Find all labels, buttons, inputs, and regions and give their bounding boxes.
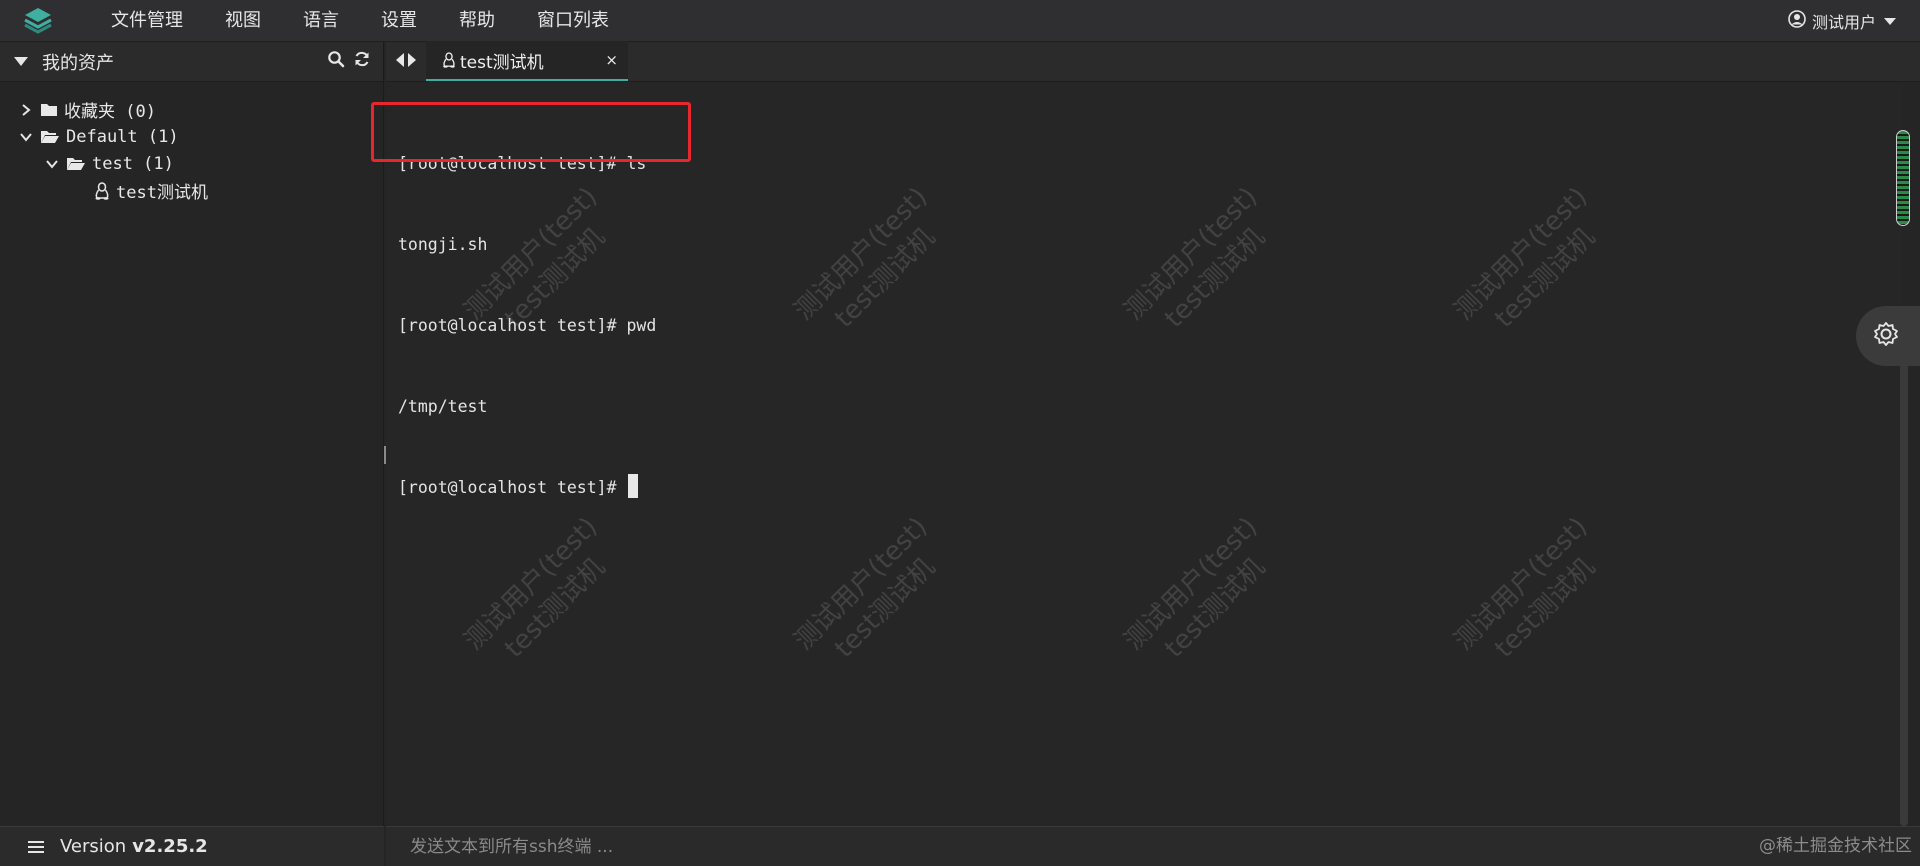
tab-scroll-left-icon[interactable] — [396, 52, 404, 71]
terminal-prompt: [root@localhost test]# — [398, 478, 627, 497]
folder-open-icon — [66, 156, 86, 171]
search-icon[interactable] — [327, 50, 345, 73]
user-avatar-icon — [1788, 10, 1806, 32]
asset-sidebar: 我的资产 收藏夹 (0) Default (1) test (1) test测试… — [0, 42, 384, 866]
watermark: 测试用户(test) test测试机 — [788, 181, 941, 334]
terminal-line: tongji.sh — [398, 235, 488, 254]
tree-item-label: Default (1) — [66, 126, 179, 147]
menu-help[interactable]: 帮助 — [438, 0, 516, 42]
chevron-down-icon — [1884, 17, 1896, 25]
watermark: 测试用户(test) test测试机 — [788, 511, 941, 664]
terminal-cursor — [628, 474, 639, 498]
linux-icon — [442, 52, 456, 68]
terminal-prompt-line: [root@localhost test]# — [398, 474, 656, 501]
tree-item-test-group[interactable]: test (1) — [0, 150, 383, 177]
close-icon[interactable]: × — [605, 51, 618, 69]
tree-item-label: test (1) — [92, 153, 174, 174]
gear-icon — [1872, 320, 1900, 352]
menubar: 文件管理 视图 语言 设置 帮助 窗口列表 测试用户 — [0, 0, 1920, 42]
folder-icon — [40, 102, 58, 117]
menu-window-list[interactable]: 窗口列表 — [516, 0, 630, 42]
tree-item-label: 收藏夹 (0) — [64, 102, 156, 122]
chevron-down-icon[interactable] — [16, 132, 36, 142]
menu-settings[interactable]: 设置 — [360, 0, 438, 42]
user-menu[interactable]: 测试用户 — [1788, 0, 1896, 42]
tree-item-default[interactable]: Default (1) — [0, 123, 383, 150]
tab-scroll-controls — [386, 41, 426, 81]
menu-file-manage[interactable]: 文件管理 — [90, 0, 204, 42]
version-label: Version — [60, 836, 127, 857]
watermark: 测试用户(test) test测试机 — [1448, 181, 1601, 334]
user-name: 测试用户 — [1811, 13, 1876, 32]
source-credit: @稀土掘金技术社区 — [1759, 836, 1912, 856]
terminal-lines: [root@localhost test]# ls tongji.sh [roo… — [398, 96, 656, 555]
collapse-toggle-icon[interactable] — [14, 57, 28, 66]
settings-float-button[interactable] — [1856, 306, 1920, 366]
tab-scroll-right-icon[interactable] — [408, 52, 416, 71]
refresh-icon[interactable] — [353, 50, 371, 73]
version-bar: Version v2.25.2 — [0, 826, 384, 866]
tab-test-host[interactable]: test测试机 × — [426, 41, 628, 81]
tree-item-favorites[interactable]: 收藏夹 (0) — [0, 96, 383, 123]
terminal-output[interactable]: 测试用户(test) test测试机 测试用户(test) test测试机 测试用户… — [386, 82, 1902, 824]
version-number: v2.25.2 — [132, 836, 208, 857]
watermark: 测试用户(test) test测试机 — [1118, 511, 1271, 664]
broadcast-bar: @稀土掘金技术社区 — [386, 826, 1920, 866]
terminal-line: /tmp/test — [398, 397, 488, 416]
chevron-right-icon[interactable] — [16, 103, 36, 116]
linux-icon — [94, 181, 110, 200]
app-logo-icon[interactable] — [20, 3, 56, 39]
watermark: 测试用户(test) test测试机 — [1448, 511, 1601, 664]
scrollbar-thumb[interactable] — [1896, 130, 1910, 226]
menu-view[interactable]: 视图 — [204, 0, 282, 42]
watermark: 测试用户(test) test测试机 — [1118, 181, 1271, 334]
broadcast-input[interactable] — [408, 835, 1308, 858]
asset-tree: 收藏夹 (0) Default (1) test (1) test测试机 — [0, 82, 383, 204]
terminal-tabbar: test测试机 × — [386, 41, 1920, 82]
list-icon[interactable] — [28, 840, 44, 854]
sidebar-header: 我的资产 — [0, 42, 383, 82]
terminal-line: [root@localhost test]# ls — [398, 154, 647, 173]
tree-item-label: test测试机 — [116, 183, 208, 203]
chevron-down-icon[interactable] — [42, 159, 62, 169]
tab-label: test测试机 — [460, 52, 544, 73]
sidebar-title: 我的资产 — [42, 52, 114, 74]
tree-item-test-host[interactable]: test测试机 — [0, 177, 383, 204]
scrollbar-track[interactable] — [1900, 340, 1908, 826]
terminal-line: [root@localhost test]# pwd — [398, 316, 657, 335]
folder-open-icon — [40, 129, 60, 144]
menu-language[interactable]: 语言 — [282, 0, 360, 42]
